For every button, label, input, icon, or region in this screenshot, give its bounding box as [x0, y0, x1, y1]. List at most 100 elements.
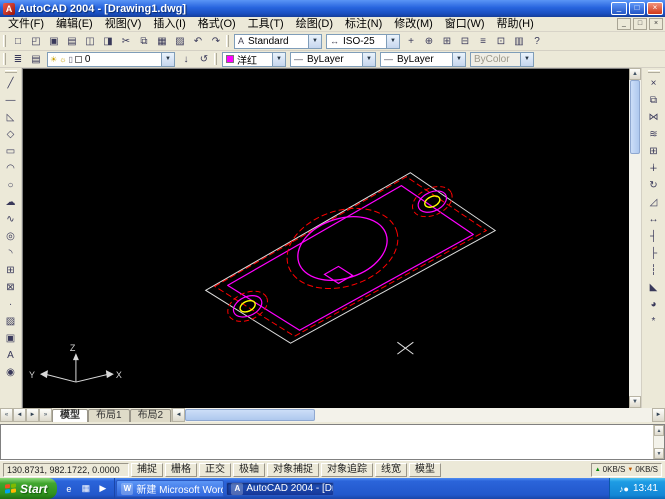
- menu-item[interactable]: 编辑(E): [50, 17, 99, 31]
- show-desktop-icon[interactable]: ▦: [78, 481, 93, 496]
- vertical-scroll-thumb[interactable]: [630, 80, 640, 154]
- scroll-right-icon[interactable]: ►: [652, 408, 665, 422]
- array-icon[interactable]: ⊞: [645, 143, 663, 160]
- properties-icon[interactable]: ≡: [474, 33, 492, 49]
- menu-item[interactable]: 绘图(D): [290, 17, 339, 31]
- chamfer-icon[interactable]: ◣: [645, 279, 663, 296]
- menu-item[interactable]: 工具(T): [242, 17, 290, 31]
- trim-icon[interactable]: ┤: [645, 228, 663, 245]
- ellipse-icon[interactable]: ◎: [2, 228, 20, 245]
- toolbar-grip[interactable]: [226, 35, 229, 47]
- move-icon[interactable]: ∔: [645, 160, 663, 177]
- scroll-up-icon[interactable]: ▲: [629, 68, 641, 80]
- designcenter-icon[interactable]: ⊡: [492, 33, 510, 49]
- menu-item[interactable]: 修改(M): [388, 17, 439, 31]
- horizontal-scroll-thumb[interactable]: [185, 409, 315, 421]
- arc-icon[interactable]: ◠: [2, 160, 20, 177]
- insert-block-icon[interactable]: ⊞: [2, 262, 20, 279]
- hatch-icon[interactable]: ▨: [2, 313, 20, 330]
- minimize-button[interactable]: _: [611, 2, 627, 15]
- menu-item[interactable]: 格式(O): [192, 17, 242, 31]
- extend-icon[interactable]: ├: [645, 245, 663, 262]
- publish-icon[interactable]: ◨: [99, 33, 117, 49]
- copy-object-icon[interactable]: ⧉: [645, 92, 663, 109]
- layer-manager-icon[interactable]: ▤: [27, 51, 45, 67]
- scroll-left-icon[interactable]: ◄: [172, 408, 185, 422]
- plot-icon[interactable]: ▤: [63, 33, 81, 49]
- status-toggle-button[interactable]: 捕捉: [131, 463, 163, 477]
- line-icon[interactable]: ╱: [2, 75, 20, 92]
- status-toggle-button[interactable]: 线宽: [375, 463, 407, 477]
- autocad-app-icon[interactable]: A: [3, 3, 15, 15]
- status-toggle-button[interactable]: 对象追踪: [321, 463, 373, 477]
- document-close-button[interactable]: ×: [649, 18, 663, 30]
- start-button[interactable]: Start: [0, 478, 57, 499]
- document-minimize-button[interactable]: _: [617, 18, 631, 30]
- break-icon[interactable]: ┆: [645, 262, 663, 279]
- offset-icon[interactable]: ≋: [645, 126, 663, 143]
- taskbar-task-button[interactable]: W 新建 Microsoft Word ...: [116, 480, 224, 497]
- layout-tab[interactable]: 布局1: [88, 409, 130, 422]
- menu-item[interactable]: 帮助(H): [491, 17, 540, 31]
- toolbar-grip[interactable]: [648, 70, 660, 73]
- layer-previous-icon[interactable]: ↺: [195, 51, 213, 67]
- tab-next-button[interactable]: ►: [26, 408, 39, 422]
- match-properties-icon[interactable]: ▨: [171, 33, 189, 49]
- coordinates-readout[interactable]: 130.8731, 982.1722, 0.0000: [3, 463, 129, 477]
- pan-icon[interactable]: +: [402, 33, 420, 49]
- vertical-scroll-track[interactable]: [629, 80, 641, 396]
- chevron-down-icon[interactable]: ▼: [386, 35, 399, 48]
- region-icon[interactable]: ▣: [2, 330, 20, 347]
- revision-cloud-icon[interactable]: ☁: [2, 194, 20, 211]
- tab-first-button[interactable]: «: [0, 408, 13, 422]
- layer-combo[interactable]: ☀ ☼ ▯ 0 ▼: [47, 52, 175, 67]
- layout-tab[interactable]: 布局2: [130, 409, 172, 422]
- mirror-icon[interactable]: ⋈: [645, 109, 663, 126]
- toolbar-grip[interactable]: [5, 70, 17, 73]
- color-combo[interactable]: 洋红 ▼: [222, 52, 286, 67]
- close-button[interactable]: ×: [647, 2, 663, 15]
- polyline-icon[interactable]: ◺: [2, 109, 20, 126]
- menu-item[interactable]: 窗口(W): [439, 17, 491, 31]
- redo-icon[interactable]: ↷: [207, 33, 225, 49]
- point-icon[interactable]: ∙: [2, 296, 20, 313]
- tool-palettes-icon[interactable]: ▥: [510, 33, 528, 49]
- cut-icon[interactable]: ✂: [117, 33, 135, 49]
- zoom-window-icon[interactable]: ⊞: [438, 33, 456, 49]
- chevron-down-icon[interactable]: ▼: [452, 53, 465, 66]
- horizontal-scrollbar[interactable]: ◄ ►: [171, 408, 665, 422]
- undo-icon[interactable]: ↶: [189, 33, 207, 49]
- status-toggle-button[interactable]: 极轴: [233, 463, 265, 477]
- help-icon[interactable]: ?: [528, 33, 546, 49]
- make-object-layer-current-icon[interactable]: ↓: [177, 51, 195, 67]
- erase-icon[interactable]: ×: [645, 75, 663, 92]
- chevron-down-icon[interactable]: ▼: [308, 35, 321, 48]
- menu-item[interactable]: 视图(V): [99, 17, 148, 31]
- tab-prev-button[interactable]: ◄: [13, 408, 26, 422]
- explode-icon[interactable]: *: [645, 313, 663, 330]
- command-scrollbar[interactable]: ▲ ▼: [653, 425, 664, 459]
- vertical-scrollbar[interactable]: ▲ ▼: [629, 68, 641, 408]
- status-toggle-button[interactable]: 模型: [409, 463, 441, 477]
- save-icon[interactable]: ▣: [45, 33, 63, 49]
- zoom-previous-icon[interactable]: ⊟: [456, 33, 474, 49]
- spline-icon[interactable]: ∿: [2, 211, 20, 228]
- tab-last-button[interactable]: »: [39, 408, 52, 422]
- dim-style-combo[interactable]: ↔ ISO-25 ▼: [326, 34, 400, 49]
- menu-item[interactable]: 插入(I): [147, 17, 191, 31]
- scale-icon[interactable]: ◿: [645, 194, 663, 211]
- status-toggle-button[interactable]: 正交: [199, 463, 231, 477]
- chevron-down-icon[interactable]: ▼: [272, 53, 285, 66]
- circle-icon[interactable]: ○: [2, 177, 20, 194]
- antivirus-icon[interactable]: ●: [624, 484, 629, 494]
- copy-icon[interactable]: ⧉: [135, 33, 153, 49]
- new-icon[interactable]: □: [9, 33, 27, 49]
- text-style-combo[interactable]: A Standard ▼: [234, 34, 322, 49]
- paste-icon[interactable]: ▦: [153, 33, 171, 49]
- taskbar-task-button[interactable]: A AutoCAD 2004 - [Dra...: [226, 482, 334, 496]
- polygon-icon[interactable]: ◇: [2, 126, 20, 143]
- status-toggle-button[interactable]: 栅格: [165, 463, 197, 477]
- maximize-button[interactable]: □: [629, 2, 645, 15]
- rotate-icon[interactable]: ↻: [645, 177, 663, 194]
- scroll-down-icon[interactable]: ▼: [654, 448, 664, 459]
